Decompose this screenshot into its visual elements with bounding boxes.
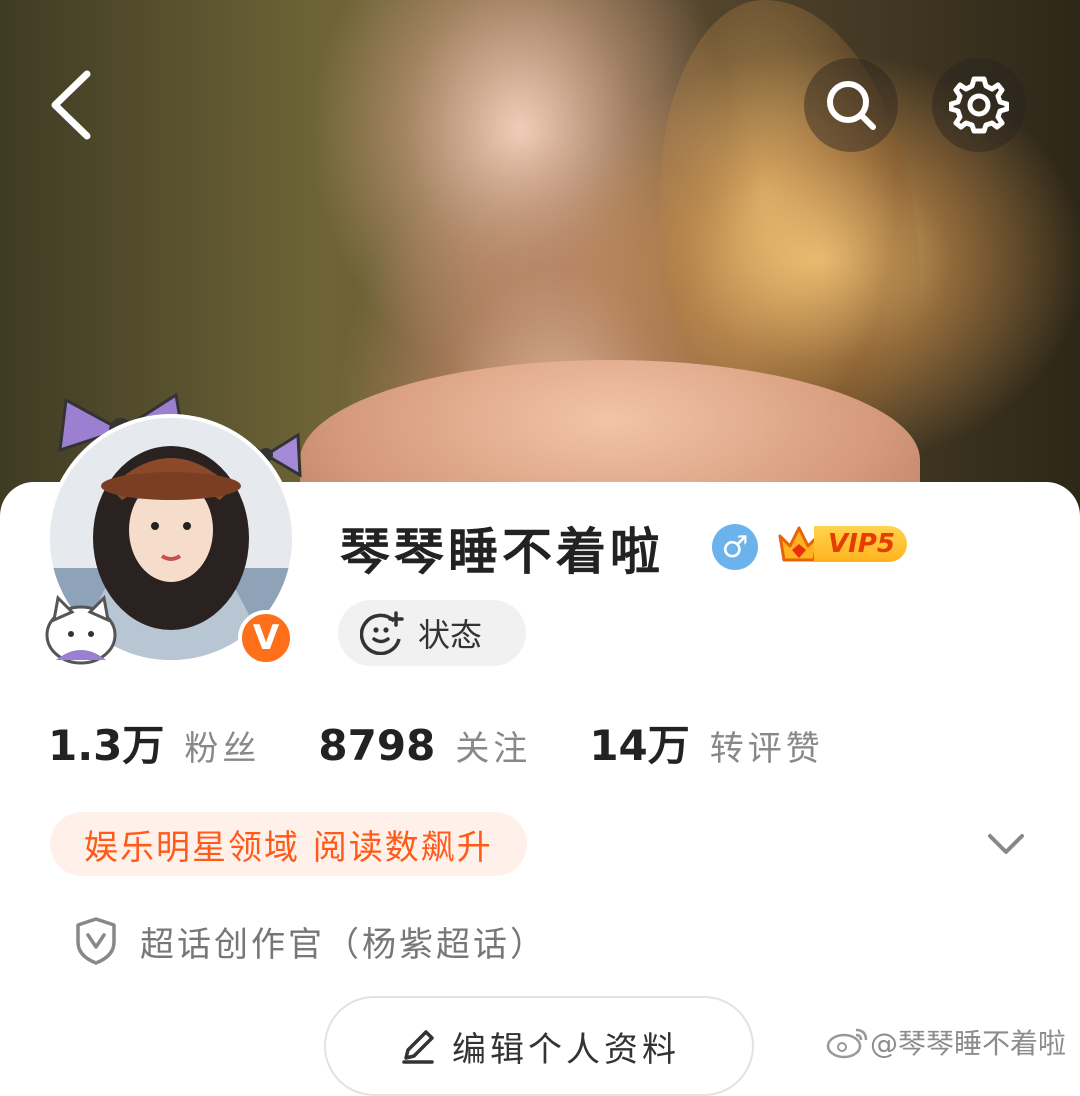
search-icon [827, 81, 876, 130]
weibo-logo-icon [826, 1028, 868, 1059]
smiley-add-icon [360, 611, 404, 655]
search-button[interactable] [804, 58, 898, 152]
domain-tag[interactable]: 娱乐明星领域 阅读数飙升 [50, 812, 527, 876]
male-gender-icon: ♂ [712, 524, 758, 570]
cat-decoration-icon [45, 594, 117, 665]
status-label: 状态 [418, 616, 483, 654]
profile-name: 琴琴睡不着啦 [340, 523, 664, 581]
stat-label: 关注 [455, 729, 532, 769]
edit-profile-button[interactable]: 编辑个人资料 [324, 996, 754, 1096]
back-button[interactable] [30, 60, 110, 150]
stat-followers[interactable]: 1.3万 粉丝 [48, 712, 260, 773]
stat-label: 粉丝 [184, 729, 261, 769]
chevron-left-icon [51, 70, 91, 140]
status-button[interactable]: 状态 [338, 600, 526, 666]
stat-label: 转评赞 [709, 729, 824, 769]
vip-level-label: VIP5 [814, 526, 907, 562]
stat-interactions[interactable]: 14万 转评赞 [589, 712, 823, 773]
pencil-icon [402, 1030, 434, 1064]
edit-profile-label: 编辑个人资料 [452, 1029, 680, 1070]
stats-row: 1.3万 粉丝 8798 关注 14万 转评赞 [48, 712, 882, 773]
role-info[interactable]: 超话创作官（杨紫超话） [74, 916, 547, 966]
chevron-down-icon[interactable] [986, 826, 1026, 862]
verified-badge: V [238, 610, 294, 666]
stat-following[interactable]: 8798 关注 [318, 721, 531, 770]
gear-icon [949, 76, 1009, 134]
stat-value: 8798 [318, 721, 436, 770]
stat-value: 14万 [589, 721, 690, 770]
shield-v-icon [76, 917, 116, 965]
settings-button[interactable] [932, 58, 1026, 152]
vip-badge[interactable]: VIP5 [776, 520, 907, 568]
watermark-text: @琴琴睡不着啦 [870, 1027, 1067, 1060]
stat-value: 1.3万 [48, 721, 165, 770]
role-label: 超话创作官（杨紫超话） [140, 924, 547, 965]
watermark: @琴琴睡不着啦 [826, 1022, 1066, 1062]
